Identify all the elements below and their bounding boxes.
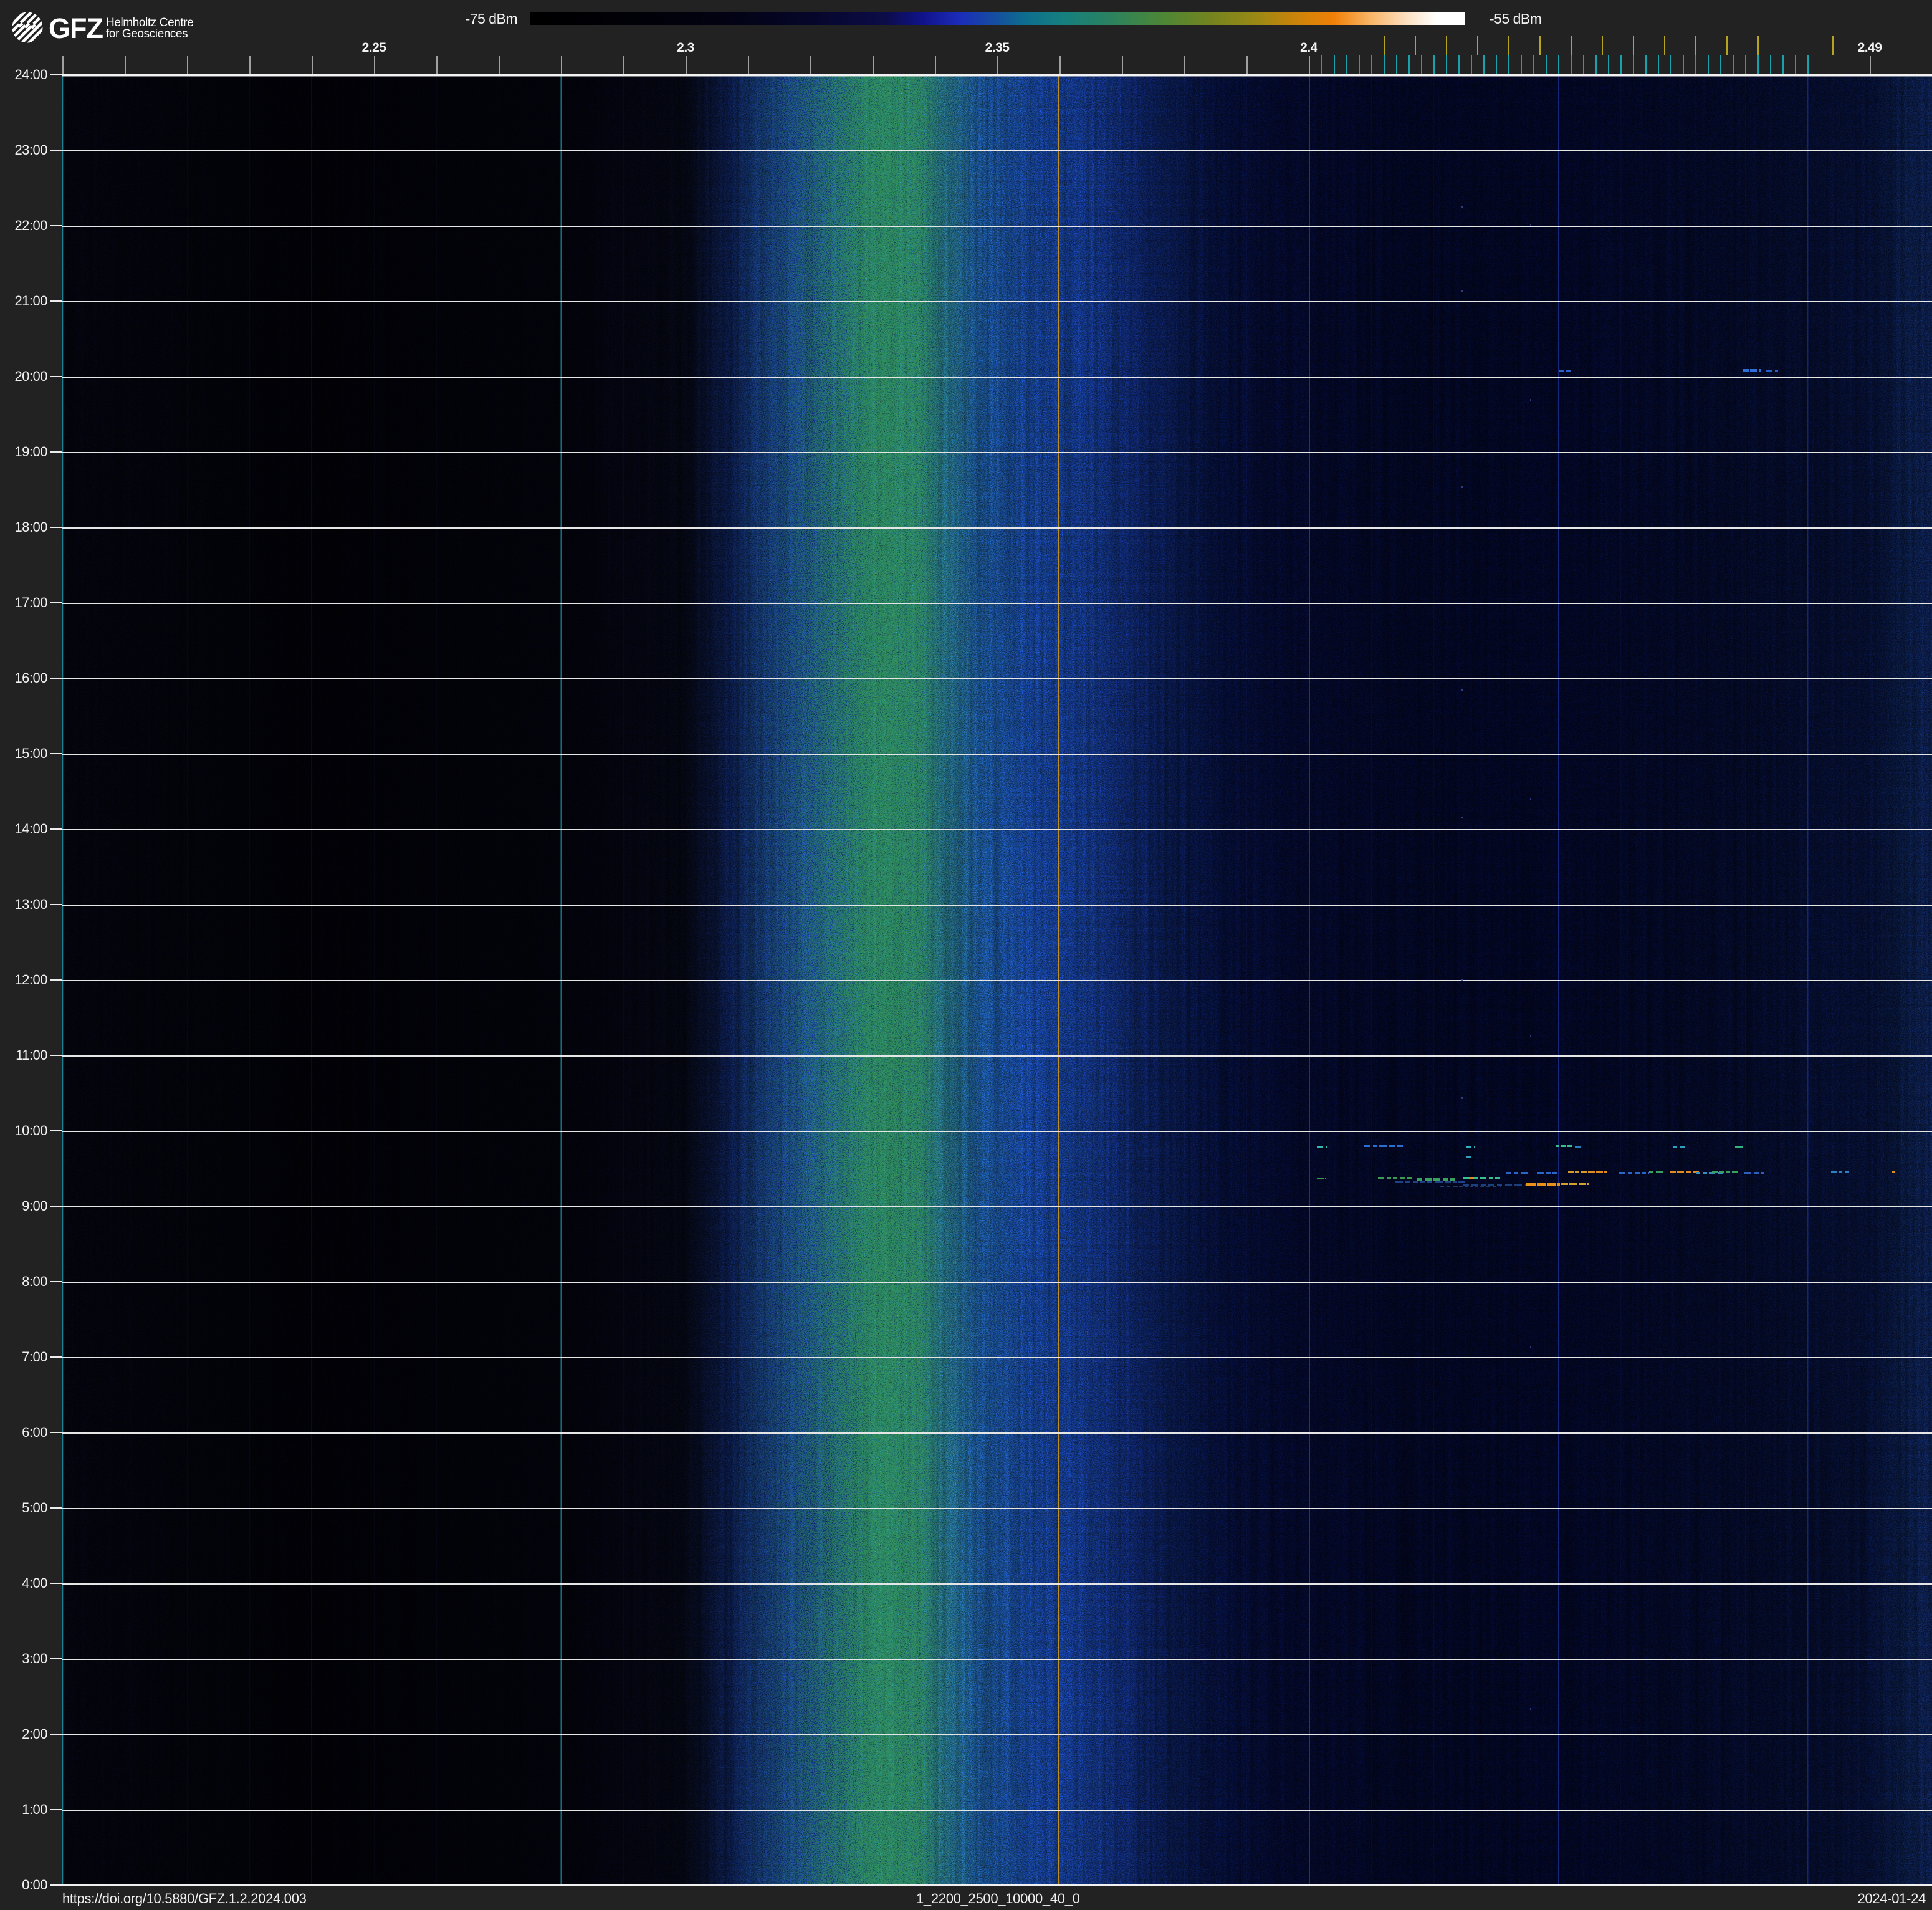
- svg-text:for Geosciences: for Geosciences: [106, 27, 188, 41]
- svg-text:GFZ: GFZ: [49, 12, 103, 44]
